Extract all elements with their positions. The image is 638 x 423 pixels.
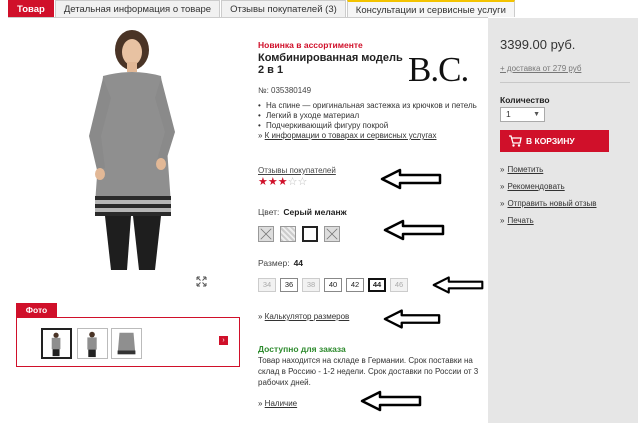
price: 3399.00 руб. <box>500 37 576 52</box>
annotation-arrow-icon <box>380 168 442 190</box>
add-to-cart-label: В КОРЗИНУ <box>526 136 575 146</box>
write-review-link-text: Отправить новый отзыв <box>507 199 597 208</box>
size-option[interactable]: 42 <box>346 278 364 292</box>
chevron-down-icon: ▼ <box>533 111 540 118</box>
star-empty-icon: ☆ <box>287 176 298 188</box>
quantity-label: Количество <box>500 95 550 105</box>
star-empty-icon: ☆ <box>297 176 308 188</box>
color-label: Цвет: <box>258 207 280 217</box>
color-swatch-unavailable[interactable] <box>324 226 340 242</box>
size-option[interactable]: 46 <box>390 278 408 292</box>
size-label: Размер: <box>258 258 290 268</box>
size-option[interactable]: 34 <box>258 278 276 292</box>
reviews-link[interactable]: Отзывы покупателей <box>258 166 336 175</box>
recommend-link[interactable]: » Рекомендовать <box>500 181 597 198</box>
thumbnail-1[interactable] <box>41 328 72 359</box>
color-swatches <box>258 226 340 242</box>
add-to-cart-button[interactable]: В КОРЗИНУ <box>500 130 609 152</box>
tab-product[interactable]: Товар <box>8 0 54 17</box>
thumbnail-3[interactable] <box>111 328 142 359</box>
size-option-selected[interactable]: 44 <box>368 278 386 292</box>
color-swatch-pattern[interactable] <box>280 226 296 242</box>
photo-tab[interactable]: Фото <box>16 303 57 317</box>
rating-stars: ★★★☆☆ <box>258 175 307 188</box>
tab-consultations[interactable]: Консультации и сервисные услуги <box>346 0 515 17</box>
bookmark-link[interactable]: » Пометить <box>500 164 597 181</box>
color-selector-label: Цвет: Серый меланж <box>258 207 347 217</box>
photo-thumbnails <box>16 317 240 367</box>
color-swatch-unavailable[interactable] <box>258 226 274 242</box>
stock-link-text: Наличие <box>264 399 298 408</box>
size-calculator-link-text: Калькулятор размеров <box>264 312 350 321</box>
star-filled-icon: ★ <box>267 176 278 188</box>
annotation-arrow-icon <box>360 390 422 412</box>
size-option[interactable]: 40 <box>324 278 342 292</box>
print-link[interactable]: » Печать <box>500 215 597 232</box>
tab-divider <box>8 17 488 18</box>
availability-title: Доступно для заказа <box>258 344 346 354</box>
article-number: №: 035380149 <box>258 86 312 95</box>
purchase-sidebar: 3399.00 руб. + доставка от 279 руб Колич… <box>488 18 638 423</box>
print-link-text: Печать <box>507 216 534 225</box>
annotation-arrow-icon <box>383 219 445 241</box>
size-calculator-link[interactable]: » Калькулятор размеров <box>258 312 349 321</box>
annotation-arrow-icon <box>432 276 484 294</box>
feature-list: На спине — оригинальная застежка из крюч… <box>258 101 478 141</box>
star-filled-icon: ★ <box>277 176 288 188</box>
recommend-link-text: Рекомендовать <box>507 182 565 191</box>
thumbnail-image <box>51 332 61 357</box>
feature-item: На спине — оригинальная застежка из крюч… <box>258 101 478 111</box>
bookmark-link-text: Пометить <box>507 165 544 174</box>
next-photo-arrow-icon[interactable]: › <box>219 336 228 345</box>
size-option[interactable]: 38 <box>302 278 320 292</box>
thumbnail-image <box>87 331 97 358</box>
star-filled-icon: ★ <box>258 176 268 188</box>
product-title: Комбинированная модель 2 в 1 <box>258 52 403 76</box>
sidebar-links: » Пометить » Рекомендовать » Отправить новы… <box>500 164 597 232</box>
service-info-link[interactable]: » К информации о товарах и сервисных усл… <box>258 131 478 141</box>
product-image[interactable] <box>75 28 190 270</box>
size-selector-label: Размер: 44 <box>258 258 303 268</box>
size-options: 34 36 38 40 42 44 46 <box>258 278 408 292</box>
feature-item: Легкий в уходе материал <box>258 111 478 121</box>
tab-details[interactable]: Детальная информация о товаре <box>54 0 221 17</box>
thumbnail-2[interactable] <box>77 328 108 359</box>
feature-item: Подчеркивающий фигуру покрой <box>258 121 478 131</box>
color-value: Серый меланж <box>283 207 347 217</box>
stock-link[interactable]: » Наличие <box>258 399 297 408</box>
quantity-value: 1 <box>506 109 511 119</box>
new-arrival-label: Новинка в ассортименте <box>258 40 363 50</box>
tab-reviews[interactable]: Отзывы покупателей (3) <box>221 0 346 17</box>
cart-icon <box>509 135 522 147</box>
brand-logo: B.C. <box>408 50 469 89</box>
thumbnail-image <box>117 332 136 355</box>
availability-text: Товар находится на складе в Германии. Ср… <box>258 356 479 387</box>
service-info-link-text: К информации о товарах и сервисных услуг… <box>264 131 437 140</box>
tab-bar: Товар Детальная информация о товаре Отзы… <box>8 0 516 17</box>
delivery-cost-link[interactable]: + доставка от 279 руб <box>500 64 581 73</box>
expand-icon[interactable] <box>196 276 207 287</box>
annotation-arrow-icon <box>383 309 441 329</box>
color-swatch-selected[interactable] <box>302 226 318 242</box>
write-review-link[interactable]: » Отправить новый отзыв <box>500 198 597 215</box>
sidebar-divider <box>500 82 630 83</box>
size-value: 44 <box>293 258 304 268</box>
size-option[interactable]: 36 <box>280 278 298 292</box>
quantity-select[interactable]: 1 ▼ <box>500 107 545 122</box>
